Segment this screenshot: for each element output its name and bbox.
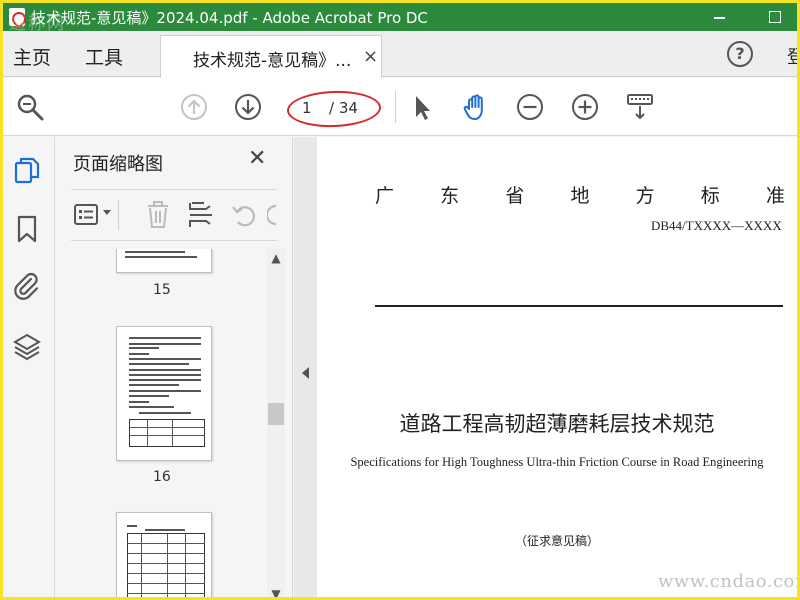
document-tab-label: 技术规范-意见稿》... [193,51,352,71]
rotate-cw-icon[interactable] [267,200,277,230]
maximize-button[interactable] [755,3,795,31]
red-annotation-ellipse [286,89,382,129]
minimize-button[interactable] [699,3,739,31]
thumbnail-list: 15 16 [71,249,265,597]
thumbnail-label: 15 [153,282,171,298]
hand-tool-icon[interactable] [461,92,491,122]
scroll-up-icon[interactable]: ▲ [267,249,285,267]
thumbnail-options-icon[interactable] [73,202,101,228]
thumbnail-label: 16 [153,469,171,485]
draft-note: （征求意见稿） [514,534,599,548]
tab-home[interactable]: 主页 [13,43,51,70]
tab-bar: 主页 工具 技术规范-意见稿》... × ? 登 [3,31,797,78]
close-tab-icon[interactable]: × [363,46,378,67]
thumbnail-page[interactable] [116,249,212,273]
standard-number: DB44/TXXXX—XXXX [651,218,782,233]
standard-char: 东 [440,185,460,207]
title-bar: 技术规范-意见稿》2024.04.pdf - Adobe Acrobat Pro… [3,3,797,34]
document-title-en: Specifications for High Toughness Ultra-… [350,455,764,469]
standard-char: 地 [570,185,590,207]
panel-toolbar [71,189,277,241]
thumbnail-panel: 页面缩略图 ✕ 15 16 ▲ ▼ [55,137,293,597]
login-button[interactable]: 登 [787,43,797,69]
standard-char: 方 [635,185,655,207]
document-title-cn: 道路工程高韧超薄磨耗层技术规范 [399,412,715,436]
page-thumbnails-icon[interactable] [11,155,43,187]
layers-icon[interactable] [11,331,43,363]
tab-document[interactable]: 技术规范-意见稿》... × [160,35,382,78]
maximize-icon [769,11,781,23]
toolbar-divider [395,91,396,123]
zoom-out-icon[interactable] [515,92,545,122]
document-page: 广 东 省 地 方 标 准 DB44/TXXXX—XXXX 道路工程高韧超薄磨耗… [317,137,797,597]
standard-char: 省 [505,185,525,207]
thumbnail-page[interactable] [116,326,212,461]
bookmark-icon[interactable] [11,213,43,245]
window-title: 技术规范-意见稿》2024.04.pdf - Adobe Acrobat Pro… [31,8,428,27]
panel-title: 页面缩略图 [73,154,163,175]
page-number-box[interactable]: 1 / 34 [286,89,382,129]
delete-page-icon[interactable] [145,200,171,230]
attachment-icon[interactable] [11,271,43,303]
insert-page-icon[interactable] [187,200,215,230]
scrollbar-thumb[interactable] [268,403,284,425]
options-dropdown-icon[interactable] [103,210,111,215]
app-window: 技术规范-意见稿》2024.04.pdf - Adobe Acrobat Pro… [0,0,800,600]
main-toolbar: 1 / 34 [3,78,797,136]
zoom-search-icon[interactable] [15,92,45,122]
next-page-icon[interactable] [233,92,263,122]
scroll-down-icon[interactable]: ▼ [267,585,285,597]
prev-page-icon[interactable] [179,92,209,122]
keyboard-scroll-icon[interactable] [625,92,655,122]
standard-header: 广 东 省 地 方 标 准 [375,181,785,208]
standard-char: 准 [765,185,785,207]
panel-collapse-strip[interactable] [294,137,317,597]
minimize-icon [713,17,725,19]
horizontal-rule [375,305,783,307]
close-panel-icon[interactable]: ✕ [248,146,266,171]
left-rail [3,137,55,597]
thumbnail-scrollbar[interactable]: ▲ ▼ [267,249,285,597]
rotate-ccw-icon[interactable] [229,200,259,230]
help-icon[interactable]: ? [727,41,753,67]
standard-char: 广 [375,185,395,207]
watermark-bottom: www.cndao.com [658,571,800,592]
thumbnail-page[interactable] [116,512,212,597]
standard-char: 标 [700,185,720,207]
thumbnail-table [129,419,205,447]
collapse-left-icon[interactable] [302,367,309,379]
zoom-in-icon[interactable] [570,92,600,122]
acrobat-pdf-icon [9,8,25,26]
tab-tools[interactable]: 工具 [85,43,123,70]
select-arrow-icon[interactable] [407,92,437,122]
panel-tool-divider [118,200,119,230]
